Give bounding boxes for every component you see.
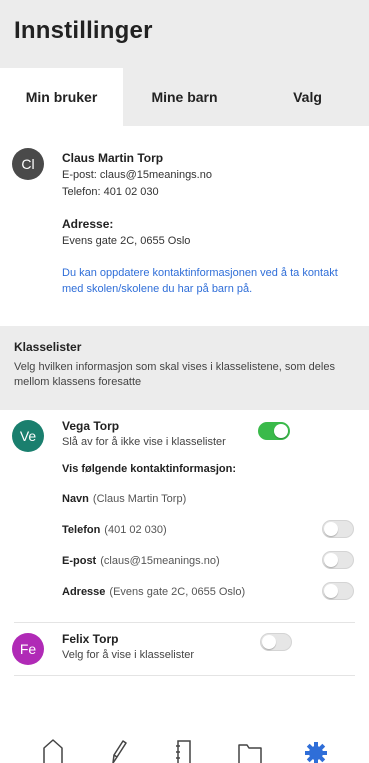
child-name: Vega Torp xyxy=(62,419,120,433)
child-item-vega: Ve Vega Torp Slå av for å ikke vise i kl… xyxy=(0,410,369,622)
child-name: Felix Torp xyxy=(62,632,119,646)
toggle-knob xyxy=(274,424,288,438)
contact-value: (Claus Martin Torp) xyxy=(92,492,187,505)
tab-min-bruker[interactable]: Min bruker xyxy=(0,68,123,126)
nav-notebook[interactable] xyxy=(168,733,200,763)
contact-row-telefon: Telefon (401 02 030) xyxy=(62,514,369,545)
page-title: Innstillinger xyxy=(14,17,153,44)
user-profile: Cl Claus Martin Torp E-post: claus@15mea… xyxy=(0,126,369,326)
child-visibility-toggle[interactable] xyxy=(258,422,290,440)
contact-value: (Evens gate 2C, 0655 Oslo) xyxy=(109,585,246,598)
child-avatar: Ve xyxy=(12,420,44,452)
contact-info-title: Vis følgende kontaktinformasjon: xyxy=(62,463,236,475)
toggle-knob xyxy=(324,522,338,536)
adresse-toggle[interactable] xyxy=(322,582,354,600)
notebook-icon xyxy=(176,740,192,763)
user-address: Evens gate 2C, 0655 Oslo xyxy=(62,235,191,247)
toggle-knob xyxy=(324,584,338,598)
telefon-toggle[interactable] xyxy=(322,520,354,538)
child-visibility-hint: Velg for å vise i klasselister xyxy=(62,649,195,661)
epost-toggle[interactable] xyxy=(322,551,354,569)
contact-row-epost: E-post (claus@15meanings.no) xyxy=(62,545,369,576)
nav-pencil[interactable] xyxy=(103,733,135,763)
nav-home[interactable] xyxy=(37,733,69,763)
folder-icon xyxy=(238,744,263,763)
contact-row-adresse: Adresse (Evens gate 2C, 0655 Oslo) xyxy=(62,576,369,607)
contact-label: Telefon xyxy=(62,523,101,536)
klasselister-section: Klasselister Velg hvilken informasjon so… xyxy=(0,326,369,410)
contact-label: E-post xyxy=(62,554,97,567)
user-email: E-post: claus@15meanings.no xyxy=(62,169,212,181)
pencil-icon xyxy=(111,740,127,763)
child-item-felix: Fe Felix Torp Velg for å vise i klasseli… xyxy=(0,623,369,675)
tab-mine-barn[interactable]: Mine barn xyxy=(123,68,246,126)
app-header: Innstillinger xyxy=(0,0,369,68)
nav-folder[interactable] xyxy=(234,733,266,763)
contact-value: (401 02 030) xyxy=(104,523,167,536)
contact-school-info[interactable]: Du kan oppdatere kontaktinformasjonen ve… xyxy=(62,265,355,297)
toggle-knob xyxy=(324,553,338,567)
klasselister-description: Velg hvilken informasjon som skal vises … xyxy=(14,361,335,388)
gear-icon xyxy=(305,742,328,763)
tab-valg[interactable]: Valg xyxy=(246,68,369,126)
child-visibility-hint: Slå av for å ikke vise i klasselister xyxy=(62,436,226,448)
contact-label: Navn xyxy=(62,492,89,505)
nav-settings[interactable] xyxy=(300,733,332,763)
child-visibility-toggle[interactable] xyxy=(260,633,292,651)
klasselister-title: Klasselister xyxy=(14,340,82,354)
avatar: Cl xyxy=(12,148,44,180)
divider xyxy=(14,675,355,676)
user-name: Claus Martin Torp xyxy=(62,151,164,165)
toggle-knob xyxy=(262,635,276,649)
user-phone: Telefon: 401 02 030 xyxy=(62,186,159,198)
address-label: Adresse: xyxy=(62,217,114,231)
contact-label: Adresse xyxy=(62,585,106,598)
home-icon xyxy=(43,739,63,763)
child-avatar: Fe xyxy=(12,633,44,665)
contact-value: (claus@15meanings.no) xyxy=(100,554,220,567)
bottom-nav xyxy=(0,733,369,763)
tab-bar: Min bruker Mine barn Valg xyxy=(0,68,369,126)
contact-row-navn: Navn (Claus Martin Torp) xyxy=(62,483,369,514)
